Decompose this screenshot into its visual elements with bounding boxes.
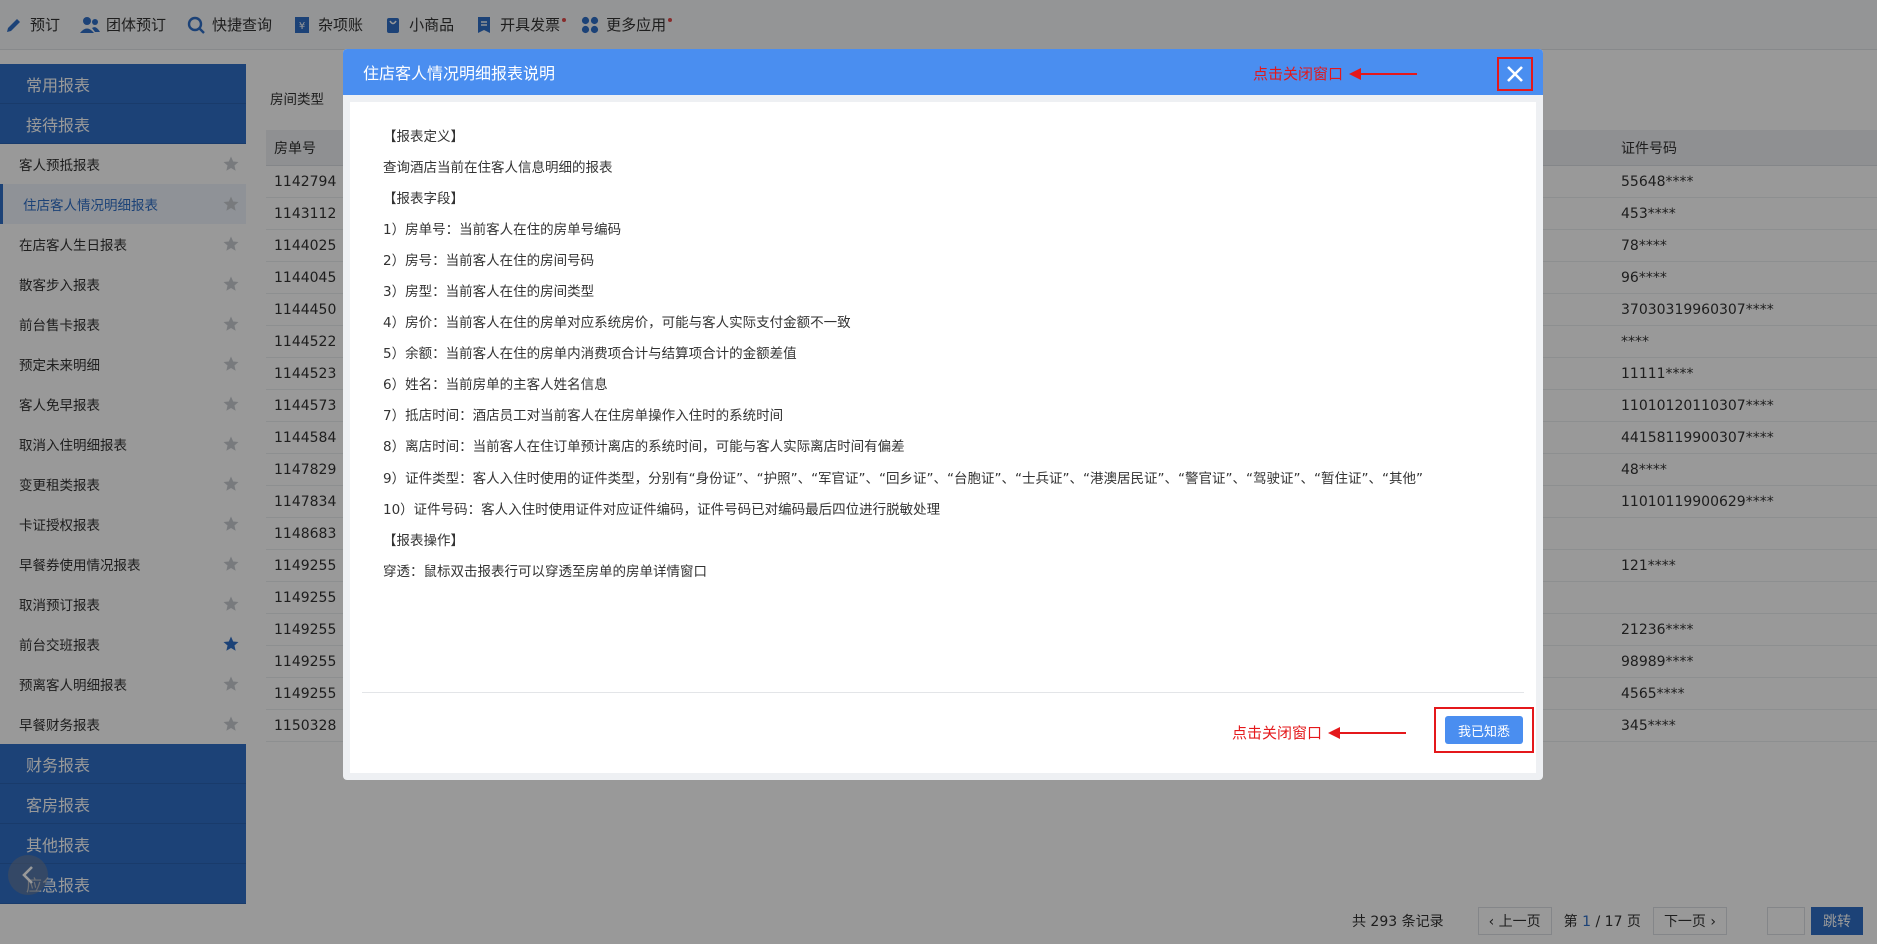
description-line: 9）证件类型：客人入住时使用的证件类型，分别有“身份证”、“护照”、“军官证”、… <box>383 471 1423 487</box>
confirm-annotation-text: 点击关闭窗口 <box>1231 724 1322 742</box>
divider <box>362 692 1524 693</box>
description-line: 查询酒店当前在住客人信息明细的报表 <box>383 160 613 176</box>
description-line: 穿透：鼠标双击报表行可以穿透至房单的房单详情窗口 <box>383 564 707 580</box>
description-line: 2）房号：当前客人在住的房间号码 <box>383 253 595 269</box>
description-line: 1）房单号：当前客人在住的房单号编码 <box>383 222 622 238</box>
report-description-text: 【报表定义】查询酒店当前在住客人信息明细的报表 【报表字段】 1）房单号：当前客人在… <box>383 122 1513 588</box>
confirm-annotation: 点击关闭窗口 <box>1232 722 1406 743</box>
description-line: 6）姓名：当前房单的主客人姓名信息 <box>383 377 608 393</box>
description-line: 【报表操作】 <box>383 533 464 549</box>
close-icon <box>1507 66 1523 82</box>
dialog-header: 住店客人情况明细报表说明 点击关闭窗口 <box>343 49 1543 95</box>
description-line: 【报表字段】 <box>383 191 464 207</box>
report-description-dialog: 住店客人情况明细报表说明 点击关闭窗口 【报表定义】查询酒店当前在住客人信息明细… <box>343 49 1543 780</box>
dialog-body: 【报表定义】查询酒店当前在住客人信息明细的报表 【报表字段】 1）房单号：当前客人在… <box>350 102 1536 773</box>
acknowledge-button[interactable]: 我已知悉 <box>1445 716 1523 744</box>
arrow-left-icon <box>1328 726 1406 740</box>
description-line: 【报表定义】 <box>383 129 464 145</box>
confirm-highlight: 我已知悉 <box>1434 707 1534 753</box>
description-line: 7）抵店时间：酒店员工对当前客人在住房单操作入住时的系统时间 <box>383 408 784 424</box>
description-line: 8）离店时间：当前客人在住订单预计离店的系统时间，可能与客人实际离店时间有偏差 <box>383 439 905 455</box>
arrow-left-icon <box>1349 67 1417 81</box>
close-annotation-text: 点击关闭窗口 <box>1252 65 1343 83</box>
close-annotation: 点击关闭窗口 <box>1253 63 1417 84</box>
description-line: 10）证件号码：客人入住时使用证件对应证件编码，证件号码已对编码最后四位进行脱敏… <box>383 502 941 518</box>
description-line: 5）余额：当前客人在住的房单内消费项合计与结算项合计的金额差值 <box>383 346 797 362</box>
close-button[interactable] <box>1497 57 1533 91</box>
dialog-title: 住店客人情况明细报表说明 <box>363 64 556 83</box>
description-line: 4）房价：当前客人在住的房单对应系统房价，可能与客人实际支付金额不一致 <box>383 315 851 331</box>
description-line: 3）房型：当前客人在住的房间类型 <box>383 284 595 300</box>
